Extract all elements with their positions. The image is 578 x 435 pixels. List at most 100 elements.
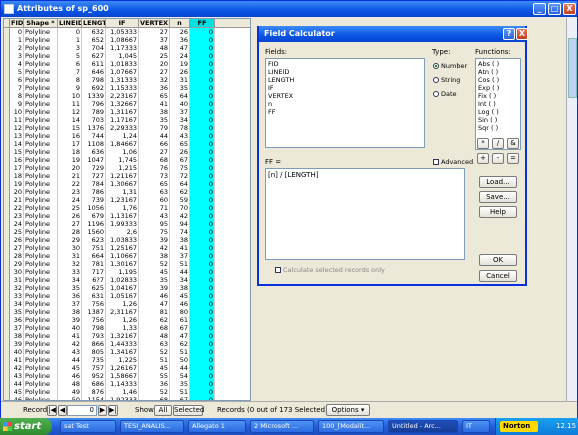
cell-lineid[interactable]: 11: [58, 100, 82, 108]
cell-n[interactable]: 75: [170, 164, 190, 172]
table-row[interactable]: 17 Polyline 20 729 1,215 76 75 0: [4, 164, 250, 172]
cell-fid[interactable]: 8: [10, 92, 24, 100]
equals-button[interactable]: =: [507, 153, 519, 164]
cell-lineid[interactable]: 35: [58, 284, 82, 292]
cell-shape[interactable]: Polyline: [24, 332, 58, 340]
cell-ff[interactable]: 0: [190, 116, 215, 124]
cell-ff[interactable]: 0: [190, 60, 215, 68]
cell-ff[interactable]: 0: [190, 300, 215, 308]
cell-n[interactable]: 72: [170, 172, 190, 180]
cell-length[interactable]: 727: [82, 172, 106, 180]
cell-if[interactable]: 1,08667: [106, 36, 139, 44]
cell-lineid[interactable]: 43: [58, 348, 82, 356]
table-row[interactable]: 26 Polyline 29 623 1,03833 39 38 0: [4, 236, 250, 244]
cell-length[interactable]: 631: [82, 292, 106, 300]
table-row[interactable]: 20 Polyline 23 786 1,31 63 62 0: [4, 188, 250, 196]
cell-if[interactable]: 1,02833: [106, 276, 139, 284]
cell-if[interactable]: 1,46: [106, 388, 139, 396]
cell-ff[interactable]: 0: [190, 268, 215, 276]
function-item[interactable]: Abs ( ): [478, 60, 518, 68]
cell-lineid[interactable]: 38: [58, 308, 82, 316]
cell-if[interactable]: 1,17167: [106, 116, 139, 124]
cell-if[interactable]: 1,26: [106, 316, 139, 324]
cell-n[interactable]: 54: [170, 372, 190, 380]
cell-ff[interactable]: 0: [190, 380, 215, 388]
header-lineid[interactable]: LINEID: [58, 19, 82, 27]
table-row[interactable]: 39 Polyline 42 866 1,44333 63 62 0: [4, 340, 250, 348]
function-item[interactable]: Exp ( ): [478, 84, 518, 92]
type-date-radio[interactable]: Date: [433, 90, 457, 98]
function-item[interactable]: Sqr ( ): [478, 124, 518, 132]
cell-lineid[interactable]: 45: [58, 364, 82, 372]
cell-length[interactable]: 798: [82, 76, 106, 84]
cell-length[interactable]: 632: [82, 28, 106, 36]
cell-lineid[interactable]: 9: [58, 84, 82, 92]
dialog-titlebar[interactable]: Field Calculator ? X: [259, 26, 528, 42]
cell-ff[interactable]: 0: [190, 212, 215, 220]
cell-fid[interactable]: 3: [10, 52, 24, 60]
cell-n[interactable]: 45: [170, 292, 190, 300]
cell-fid[interactable]: 25: [10, 228, 24, 236]
cell-lineid[interactable]: 16: [58, 132, 82, 140]
cell-shape[interactable]: Polyline: [24, 300, 58, 308]
function-item[interactable]: Sin ( ): [478, 116, 518, 124]
taskbar-item[interactable]: 100_[Modalit...: [318, 420, 384, 433]
cell-n[interactable]: 44: [170, 364, 190, 372]
cell-n[interactable]: 64: [170, 92, 190, 100]
function-item[interactable]: Atn ( ): [478, 68, 518, 76]
cell-if[interactable]: 2,6: [106, 228, 139, 236]
cell-shape[interactable]: Polyline: [24, 188, 58, 196]
cell-n[interactable]: 70: [170, 204, 190, 212]
function-item[interactable]: Int ( ): [478, 100, 518, 108]
cell-lineid[interactable]: 30: [58, 244, 82, 252]
cell-fid[interactable]: 2: [10, 44, 24, 52]
cell-vertex[interactable]: 75: [139, 228, 170, 236]
cell-if[interactable]: 1,99333: [106, 220, 139, 228]
options-button[interactable]: Options ▾: [326, 404, 370, 416]
cell-ff[interactable]: 0: [190, 44, 215, 52]
taskbar-item[interactable]: 2 Microsoft ...: [250, 420, 314, 433]
cell-shape[interactable]: Polyline: [24, 324, 58, 332]
cell-vertex[interactable]: 39: [139, 236, 170, 244]
table-row[interactable]: 38 Polyline 41 793 1,32167 48 47 0: [4, 332, 250, 340]
cell-lineid[interactable]: 3: [58, 44, 82, 52]
cell-if[interactable]: 1,58667: [106, 372, 139, 380]
cell-if[interactable]: 2,29333: [106, 124, 139, 132]
cell-n[interactable]: 51: [170, 348, 190, 356]
cell-length[interactable]: 805: [82, 348, 106, 356]
table-row[interactable]: 25 Polyline 28 1560 2,6 75 74 0: [4, 228, 250, 236]
cell-shape[interactable]: Polyline: [24, 284, 58, 292]
cell-n[interactable]: 26: [170, 68, 190, 76]
cell-shape[interactable]: Polyline: [24, 236, 58, 244]
table-row[interactable]: 23 Polyline 26 679 1,13167 43 42 0: [4, 212, 250, 220]
cell-shape[interactable]: Polyline: [24, 260, 58, 268]
table-row[interactable]: 13 Polyline 16 744 1,24 44 43 0: [4, 132, 250, 140]
cell-vertex[interactable]: 52: [139, 348, 170, 356]
cell-lineid[interactable]: 21: [58, 172, 82, 180]
cell-shape[interactable]: Polyline: [24, 372, 58, 380]
cell-n[interactable]: 37: [170, 108, 190, 116]
save-button[interactable]: Save...: [479, 191, 517, 203]
cell-n[interactable]: 67: [170, 324, 190, 332]
cell-if[interactable]: 1,05167: [106, 292, 139, 300]
cell-fid[interactable]: 15: [10, 148, 24, 156]
cell-if[interactable]: 1,225: [106, 356, 139, 364]
cell-ff[interactable]: 0: [190, 172, 215, 180]
cell-length[interactable]: 751: [82, 244, 106, 252]
cell-n[interactable]: 62: [170, 188, 190, 196]
taskbar-item[interactable]: IT: [462, 420, 490, 433]
cell-n[interactable]: 36: [170, 36, 190, 44]
cell-lineid[interactable]: 20: [58, 164, 82, 172]
cell-vertex[interactable]: 35: [139, 276, 170, 284]
cell-lineid[interactable]: 8: [58, 76, 82, 84]
cell-ff[interactable]: 0: [190, 332, 215, 340]
cell-vertex[interactable]: 36: [139, 380, 170, 388]
function-item[interactable]: Cos ( ): [478, 76, 518, 84]
cell-ff[interactable]: 0: [190, 316, 215, 324]
cell-if[interactable]: 1,07667: [106, 68, 139, 76]
cell-shape[interactable]: Polyline: [24, 108, 58, 116]
cell-vertex[interactable]: 95: [139, 220, 170, 228]
cell-shape[interactable]: Polyline: [24, 204, 58, 212]
cell-lineid[interactable]: 46: [58, 372, 82, 380]
cell-lineid[interactable]: 34: [58, 276, 82, 284]
